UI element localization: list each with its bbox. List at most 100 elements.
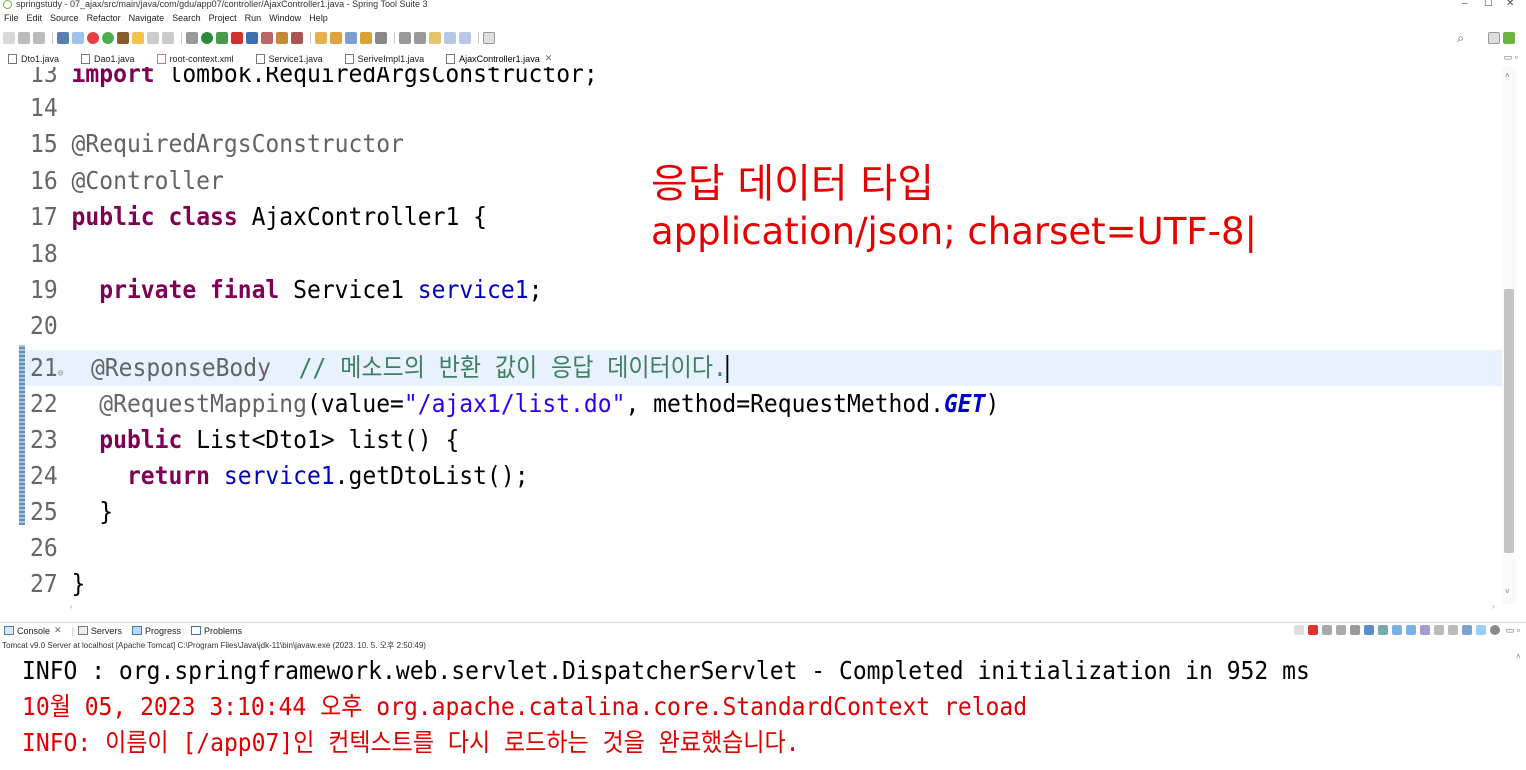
code-line-18: 18 [30,236,58,272]
tab-ajaxcontroller1-java[interactable]: AjaxController1.java ✕ [446,53,552,64]
console-line-error: INFO: 이름이 [/app07]인 컨텍스트를 다시 로드하는 것을 완료했… [22,728,800,757]
view-minimize-maximize[interactable]: ▭ ▫ [1506,625,1520,636]
word-wrap-icon[interactable] [1377,625,1388,635]
search-files-icon[interactable] [330,32,342,44]
tab-console[interactable]: Console ✕ [4,625,62,636]
display-console-icon[interactable] [1433,625,1444,635]
scroll-lock-icon[interactable] [1363,625,1374,635]
next-annotation-icon[interactable] [399,32,411,44]
tab-label: Progress [144,625,181,636]
tab-problems[interactable]: Problems [190,626,242,636]
annotation-icon[interactable] [375,32,387,44]
debug-icon[interactable] [186,32,198,44]
coverage-icon[interactable] [216,32,228,44]
editor-horizontal-scrollbar[interactable]: ‹ › [60,602,1500,613]
terminate-icon[interactable] [1307,625,1318,635]
menu-navigate[interactable]: Navigate [129,11,165,25]
new-file-icon[interactable] [3,32,15,44]
minimize-button[interactable]: – [1462,0,1468,9]
scroll-down-arrow-icon[interactable]: ˅ [1505,587,1510,596]
tab-progress[interactable]: Progress [131,625,181,636]
java-file-icon [81,53,91,64]
menu-window[interactable]: Window [269,11,301,25]
new-package-icon[interactable] [261,32,273,44]
console-scroll-up-arrow-icon[interactable]: ˄ [1516,652,1521,661]
menu-edit[interactable]: Edit [27,11,43,25]
problems-icon [190,626,201,635]
pen-icon[interactable] [345,32,357,44]
edit-icon[interactable] [132,32,144,44]
format-icon[interactable] [147,32,159,44]
close-tab-icon[interactable]: ✕ [545,53,553,64]
terminal-icon[interactable] [57,32,69,44]
save-all-icon[interactable] [33,32,45,44]
refresh-icon[interactable] [102,32,114,44]
line-number: 20 [30,311,58,340]
console-output[interactable]: INFO : org.springframework.web.servlet.D… [0,652,1526,770]
new-class-icon[interactable] [276,32,288,44]
outline-icon[interactable] [162,32,174,44]
response-type-title: 응답 데이터 타입 [651,161,935,207]
save-icon[interactable] [18,32,30,44]
open-console-icon[interactable] [1447,625,1458,635]
tab-service1-java[interactable]: Service1.java [255,53,323,64]
tab-root-context-xml[interactable]: root-context.xml [156,53,234,64]
open-perspective-icon[interactable] [1488,32,1500,44]
remove-all-icon[interactable] [1335,625,1346,635]
close-tab-icon[interactable]: ✕ [54,625,62,636]
spring-icon[interactable] [117,32,129,44]
code-text: } [71,569,86,598]
code-text: AjaxController1 { [251,202,488,231]
open-type-icon[interactable] [291,32,303,44]
settings-gear-icon[interactable] [1489,625,1500,635]
code-line-21: 21⊖ @ResponseBody // 메소드의 반환 값이 응답 데이터이다… [30,350,729,386]
line-number: 19 [30,275,58,304]
clear-console-icon[interactable] [1349,625,1360,635]
show-stdout-icon[interactable] [1391,625,1402,635]
pin-editor-icon[interactable] [483,32,495,44]
stop-icon[interactable] [87,32,99,44]
tab-seriveimpl1-java[interactable]: SeriveImpl1.java [344,53,424,64]
run-icon[interactable] [201,32,213,44]
search-icon[interactable]: ⌕ [1457,31,1464,46]
editor-vertical-scrollbar[interactable]: ˄ ˅ [1502,67,1516,604]
code-text: Service1 [293,275,404,304]
spring-console-icon[interactable] [1461,625,1472,635]
scroll-right-arrow-icon[interactable]: › [1492,602,1495,611]
editor-minimize-maximize[interactable]: ▭ ▫ [1504,52,1518,63]
show-stderr-icon[interactable] [1405,625,1416,635]
menu-project[interactable]: Project [209,11,237,25]
task-icon[interactable] [360,32,372,44]
menu-file[interactable]: File [4,11,19,25]
code-editor[interactable]: 13 import lombok.RequiredArgsConstructor… [0,67,1526,604]
scroll-left-arrow-icon[interactable]: ‹ [70,602,73,611]
line-number: 26 [30,533,58,562]
tab-dao1-java[interactable]: Dao1.java [81,53,135,64]
remove-launch-icon[interactable] [1321,625,1332,635]
menu-search[interactable]: Search [172,11,201,25]
close-window-button[interactable]: ✕ [1506,0,1514,9]
tab-dto1-java[interactable]: Dto1.java [8,53,59,64]
menu-source[interactable]: Source [50,11,79,25]
back-arrow-icon[interactable] [444,32,456,44]
filter-icon[interactable] [1475,625,1486,635]
maximize-button[interactable]: ☐ [1484,0,1493,9]
forward-arrow-icon[interactable] [459,32,471,44]
scroll-up-arrow-icon[interactable]: ˄ [1505,71,1510,80]
pin-console-icon[interactable] [1293,625,1304,635]
pin-icon[interactable] [1419,625,1430,635]
new-server-icon[interactable] [246,32,258,44]
menu-run[interactable]: Run [245,11,262,25]
spring-perspective-icon[interactable] [1503,32,1515,44]
tab-servers[interactable]: Servers [77,626,122,636]
previous-annotation-icon[interactable] [414,32,426,44]
menu-refactor[interactable]: Refactor [87,11,121,25]
scroll-thumb[interactable] [1504,289,1514,553]
last-edit-icon[interactable] [429,32,441,44]
menu-help[interactable]: Help [309,11,328,25]
open-folder-icon[interactable] [315,32,327,44]
external-tools-icon[interactable] [231,32,243,44]
fold-icon[interactable]: ⊖ [58,368,64,379]
skip-breakpoints-icon[interactable] [72,32,84,44]
code-line-23: 23 public List<Dto1> list() { [30,422,459,458]
